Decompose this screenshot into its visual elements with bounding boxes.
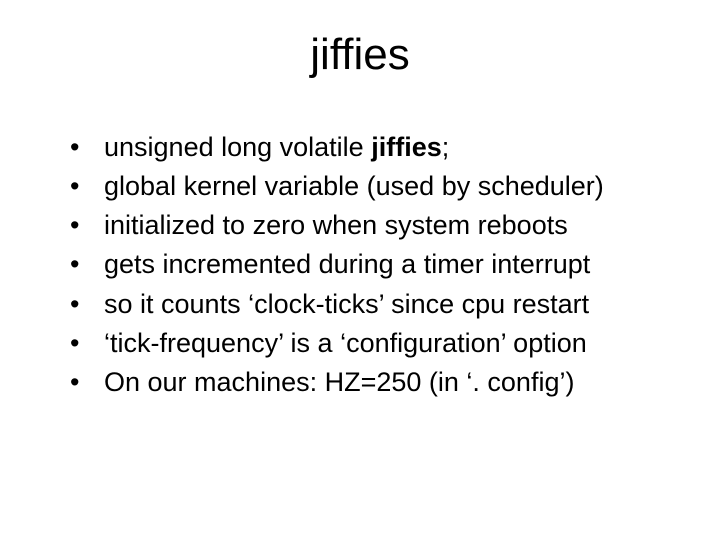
list-item-text: so it counts ‘clock-ticks’ since cpu res… bbox=[104, 289, 589, 319]
list-item: gets incremented during a timer interrup… bbox=[70, 245, 670, 284]
list-item: so it counts ‘clock-ticks’ since cpu res… bbox=[70, 285, 670, 324]
slide: jiffies unsigned long volatile jiffies; … bbox=[0, 0, 720, 540]
list-item-text: unsigned long volatile bbox=[104, 132, 371, 162]
list-item-text: global kernel variable (used by schedule… bbox=[104, 171, 604, 201]
list-item: initialized to zero when system reboots bbox=[70, 206, 670, 245]
slide-title: jiffies bbox=[50, 30, 670, 80]
list-item-text: ; bbox=[442, 132, 450, 162]
list-item-text: ‘tick-frequency’ is a ‘configuration’ op… bbox=[104, 328, 587, 358]
list-item-text: initialized to zero when system reboots bbox=[104, 210, 568, 240]
list-item: global kernel variable (used by schedule… bbox=[70, 167, 670, 206]
list-item: unsigned long volatile jiffies; bbox=[70, 128, 670, 167]
list-item-bold: jiffies bbox=[371, 132, 442, 162]
bullet-list: unsigned long volatile jiffies; global k… bbox=[50, 128, 670, 402]
list-item: ‘tick-frequency’ is a ‘configuration’ op… bbox=[70, 324, 670, 363]
list-item-text: gets incremented during a timer interrup… bbox=[104, 249, 590, 279]
list-item: On our machines: HZ=250 (in ‘. config’) bbox=[70, 363, 670, 402]
list-item-text: On our machines: HZ=250 (in ‘. config’) bbox=[104, 367, 574, 397]
